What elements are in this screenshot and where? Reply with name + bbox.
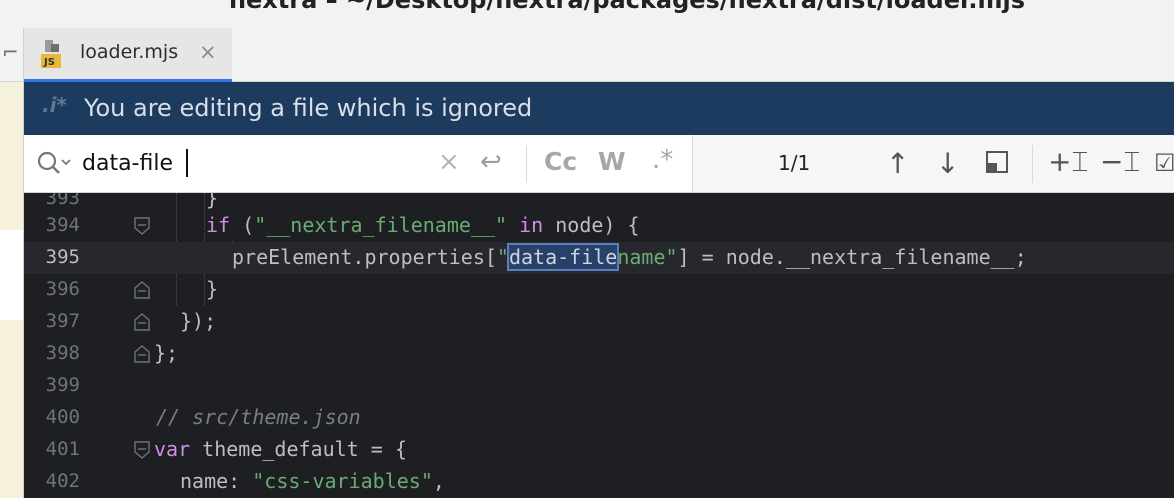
- toolbar-separator: [1032, 145, 1033, 183]
- up-arrow-icon[interactable]: ↑: [886, 147, 909, 180]
- search-icon[interactable]: [36, 149, 72, 177]
- text-caret: [186, 149, 188, 177]
- fold-marker-icon[interactable]: [134, 441, 150, 459]
- tab-loader-mjs[interactable]: JS loader.mjs ×: [24, 28, 232, 82]
- search-match-highlight: data-file: [506, 243, 620, 271]
- code-line: 401 var theme_default = {: [24, 434, 1174, 466]
- search-input[interactable]: [82, 147, 372, 179]
- match-count: 1/1: [778, 151, 811, 175]
- line-number: 401: [45, 438, 80, 460]
- ignored-file-banner: .i* You are editing a file which is igno…: [24, 82, 1174, 135]
- code-line: 398 };: [24, 338, 1174, 370]
- line-number: 398: [45, 342, 80, 364]
- clear-icon[interactable]: ×: [438, 147, 460, 177]
- code-text: name: "css-variables",: [180, 469, 445, 493]
- find-bar: × ↩ Cc W .* 1/1 ↑ ↓ +⌶ −⌶ ☑: [24, 135, 1174, 193]
- fold-marker-icon[interactable]: [134, 345, 150, 363]
- newline-icon[interactable]: ↩: [480, 147, 502, 177]
- code-text: }: [206, 193, 219, 210]
- find-input-area: × ↩ Cc W .*: [24, 135, 692, 192]
- window-title-bar: nextra – ~/Desktop/nextra/packages/nextr…: [0, 0, 1174, 28]
- code-comment: // src/theme.json: [156, 405, 361, 429]
- window-icon[interactable]: [986, 151, 1008, 173]
- match-case-toggle[interactable]: Cc: [544, 147, 577, 176]
- code-line: 402 name: "css-variables",: [24, 466, 1174, 498]
- code-text: if ("__nextra_filename__" in node) {: [206, 213, 640, 237]
- fold-marker-icon[interactable]: [134, 313, 150, 331]
- fold-marker-icon[interactable]: [134, 217, 150, 235]
- js-file-icon: JS: [41, 40, 61, 68]
- line-number: 396: [45, 278, 80, 300]
- ignore-file-icon: .i*: [42, 93, 67, 117]
- remove-cursor-icon[interactable]: −⌶: [1100, 145, 1140, 179]
- line-number: 395: [45, 246, 80, 268]
- collapse-chevron-icon[interactable]: ⌐: [2, 40, 19, 64]
- tab-label: loader.mjs: [80, 41, 179, 63]
- code-text: };: [154, 341, 179, 365]
- window-title: nextra – ~/Desktop/nextra/packages/nextr…: [228, 0, 1026, 14]
- code-text: }: [206, 277, 219, 301]
- code-line: 396 }: [24, 274, 1174, 306]
- code-line: 397 });: [24, 306, 1174, 338]
- line-number: 400: [45, 406, 80, 428]
- code-text: preElement.properties["data-filename"] =…: [232, 243, 1027, 271]
- line-number: 399: [45, 374, 80, 396]
- code-line: 399: [24, 370, 1174, 402]
- line-number: 394: [45, 214, 80, 236]
- regex-toggle[interactable]: .*: [652, 145, 673, 175]
- banner-text: You are editing a file which is ignored: [84, 94, 533, 122]
- fold-marker-icon[interactable]: [134, 281, 150, 299]
- add-cursor-icon[interactable]: +⌶: [1048, 145, 1088, 179]
- code-text: var theme_default = {: [154, 437, 407, 461]
- code-editor[interactable]: 393 } 394 if ("__nextra_filename__" in n…: [24, 193, 1174, 498]
- toolbar-separator: [526, 145, 527, 183]
- code-line: 400 // src/theme.json: [24, 402, 1174, 434]
- select-all-icon[interactable]: ☑: [1154, 149, 1174, 177]
- code-line-current: 395 preElement.properties["data-filename…: [24, 242, 1174, 274]
- whole-words-toggle[interactable]: W: [598, 147, 626, 176]
- svg-text:JS: JS: [43, 57, 55, 68]
- project-panel-edge-highlight: [0, 230, 23, 320]
- code-text: });: [180, 309, 217, 333]
- tab-close-icon[interactable]: ×: [199, 40, 217, 64]
- code-line: 394 if ("__nextra_filename__" in node) {: [24, 210, 1174, 242]
- line-number: 402: [45, 470, 80, 492]
- line-number: 397: [45, 310, 80, 332]
- down-arrow-icon[interactable]: ↓: [936, 147, 959, 180]
- line-number: 393: [45, 193, 80, 209]
